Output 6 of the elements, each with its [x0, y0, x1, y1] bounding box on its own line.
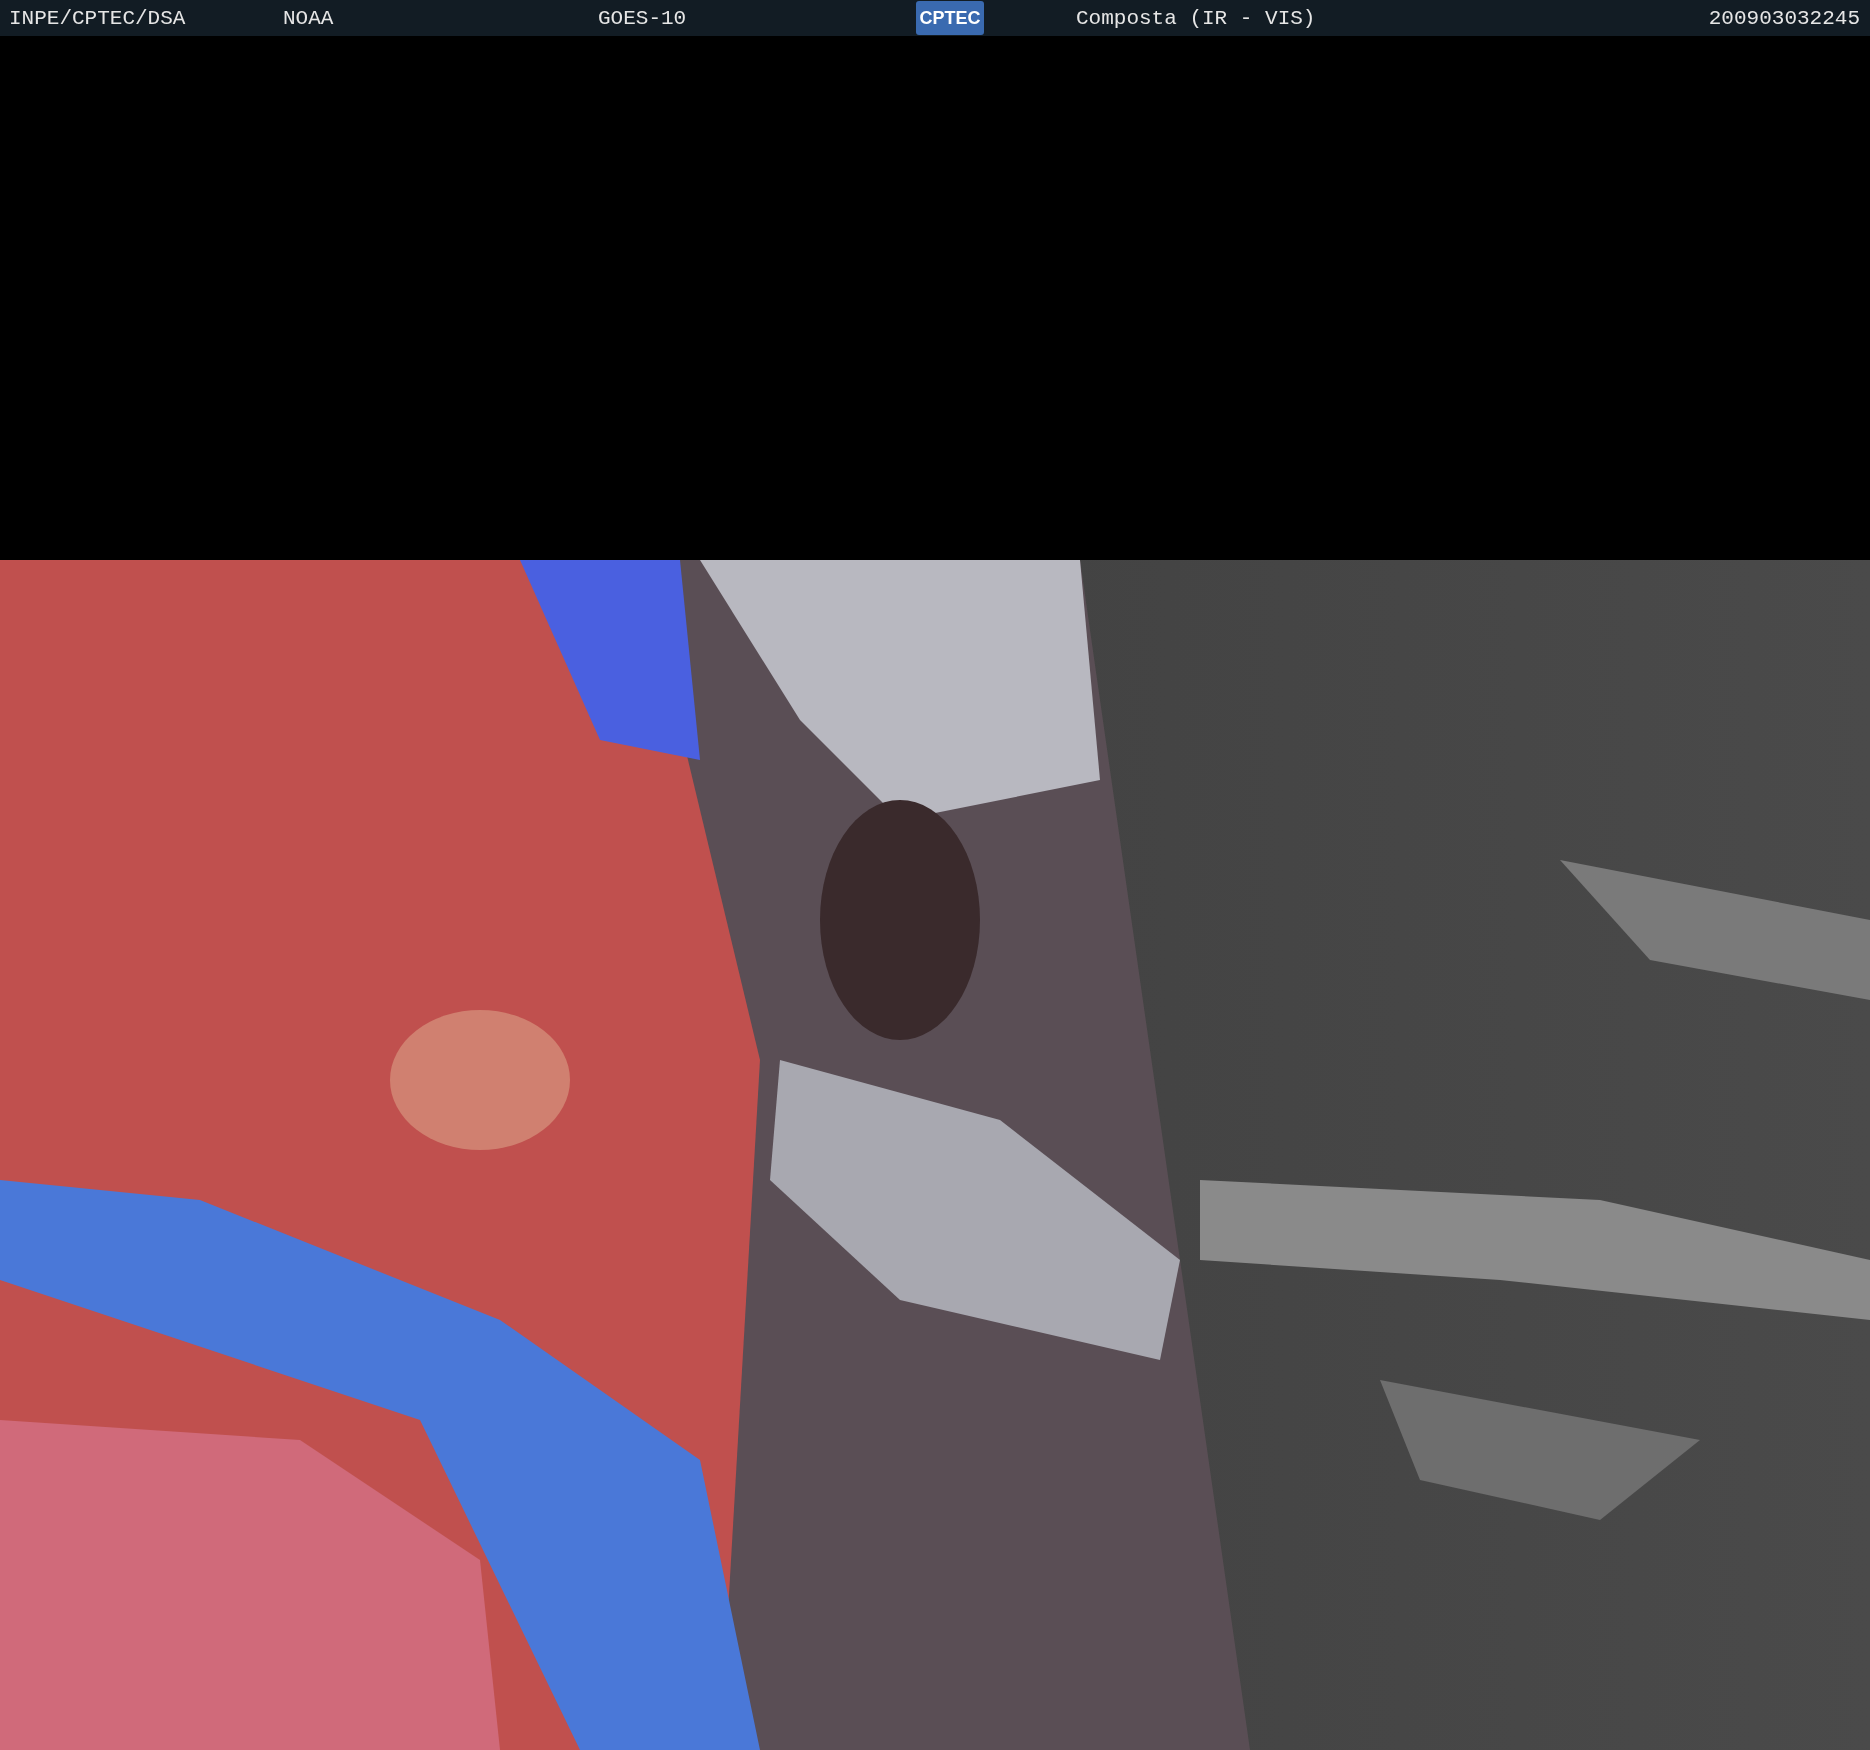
logo: CPTEC: [916, 1, 984, 35]
agency-label: INPE/CPTEC/DSA: [9, 6, 187, 30]
satellite-label: GOES-10: [598, 6, 688, 30]
product-label: Composta (IR - VIS): [1076, 6, 1317, 30]
timestamp: 200903032245: [1708, 6, 1860, 30]
source-label: NOAA: [283, 6, 335, 30]
